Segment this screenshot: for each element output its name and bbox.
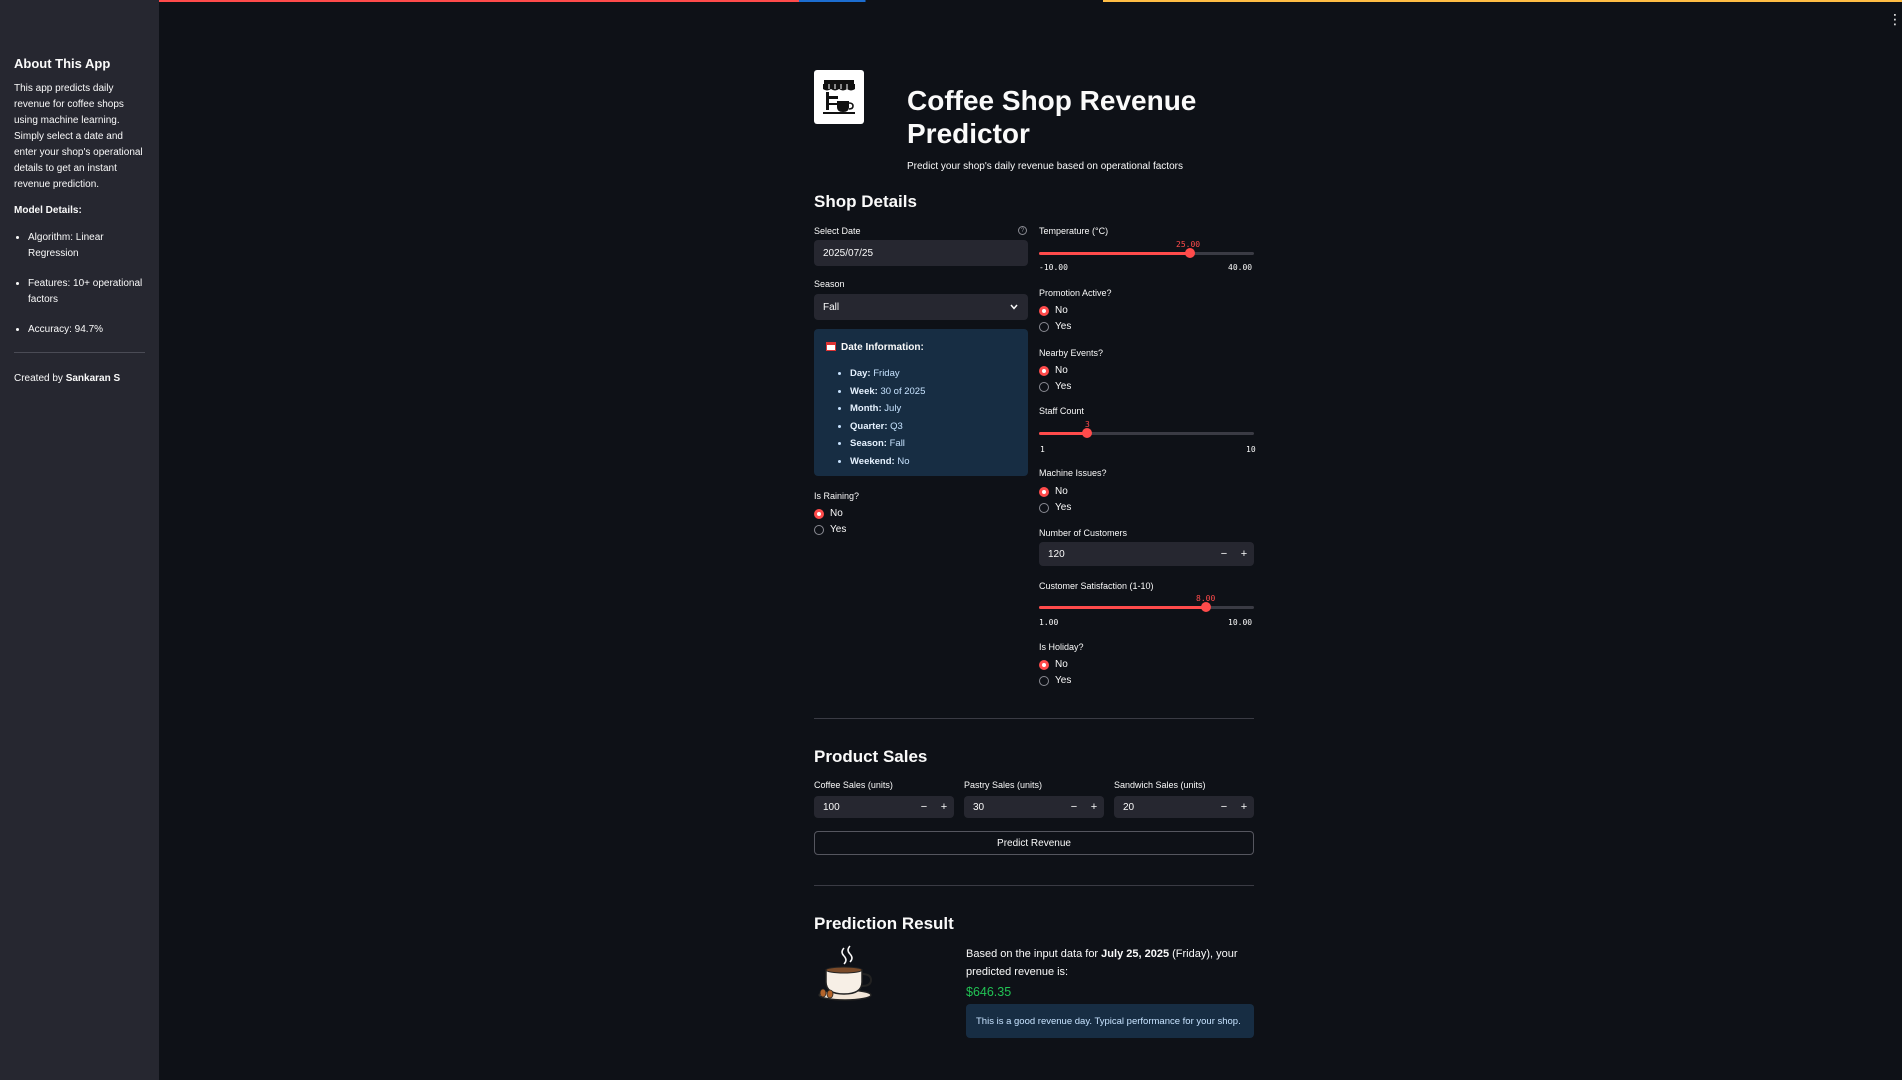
- sandwich-sales-label: Sandwich Sales (units): [1114, 780, 1206, 790]
- staff-slider-thumb[interactable]: [1081, 428, 1092, 438]
- date-info-item: Month: July: [850, 400, 1016, 418]
- satisfaction-label: Customer Satisfaction (1-10): [1039, 581, 1154, 591]
- season-value: Fall: [823, 301, 840, 313]
- customers-label: Number of Customers: [1039, 528, 1128, 538]
- raining-option-no[interactable]: No: [814, 508, 843, 519]
- customers-decrement-button[interactable]: −: [1214, 542, 1234, 566]
- machine-label: Machine Issues?: [1039, 468, 1107, 478]
- page-subtitle: Predict your shop's daily revenue based …: [907, 161, 1183, 172]
- events-option-yes[interactable]: Yes: [1039, 381, 1071, 392]
- pastry-sales-input[interactable]: 30 − +: [964, 796, 1104, 818]
- pastry-decrement-button[interactable]: −: [1064, 796, 1084, 818]
- holiday-label: Is Holiday?: [1039, 642, 1084, 652]
- temperature-label: Temperature (°C): [1039, 226, 1109, 236]
- date-info-list: Day: Friday Week: 30 of 2025 Month: July…: [826, 365, 1016, 470]
- satisfaction-slider-thumb[interactable]: [1201, 602, 1212, 612]
- temperature-slider-thumb[interactable]: [1184, 248, 1195, 258]
- model-detail-algorithm: Algorithm: Linear Regression: [28, 230, 145, 262]
- pastry-increment-button[interactable]: +: [1084, 796, 1104, 818]
- staff-min: 1: [1040, 445, 1045, 454]
- temperature-slider[interactable]: [1039, 248, 1254, 258]
- predicted-revenue-value: $646.35: [966, 985, 1012, 999]
- coffee-increment-button[interactable]: +: [934, 796, 954, 818]
- section-divider: [814, 718, 1254, 719]
- coffee-sales-input[interactable]: 100 − +: [814, 796, 954, 818]
- pastry-sales-value: 30: [973, 801, 985, 813]
- events-label: Nearby Events?: [1039, 348, 1104, 358]
- product-sales-heading: Product Sales: [814, 747, 928, 766]
- customers-input[interactable]: 120 − +: [1039, 542, 1254, 566]
- coffee-cup-icon: [814, 944, 876, 1006]
- staff-slider-fill: [1039, 432, 1087, 435]
- staff-slider[interactable]: [1039, 428, 1254, 438]
- date-value: 2025/07/25: [823, 247, 874, 259]
- pastry-sales-label: Pastry Sales (units): [964, 780, 1043, 790]
- sidebar-divider: [14, 352, 145, 353]
- temperature-min: -10.00: [1039, 263, 1068, 272]
- sandwich-decrement-button[interactable]: −: [1214, 796, 1234, 818]
- date-input[interactable]: 2025/07/25: [814, 240, 1028, 266]
- date-info-item: Week: 30 of 2025: [850, 383, 1016, 401]
- satisfaction-slider[interactable]: [1039, 602, 1254, 612]
- sandwich-sales-value: 20: [1123, 801, 1135, 813]
- raining-option-yes[interactable]: Yes: [814, 524, 846, 535]
- sidebar-description: This app predicts daily revenue for coff…: [14, 83, 143, 190]
- machine-option-no[interactable]: No: [1039, 486, 1068, 497]
- date-info-item: Season: Fall: [850, 435, 1016, 453]
- customers-value: 120: [1048, 548, 1065, 560]
- sidebar-credit: Created by Sankaran S: [14, 373, 145, 384]
- holiday-option-yes[interactable]: Yes: [1039, 675, 1071, 686]
- model-detail-accuracy: Accuracy: 94.7%: [28, 322, 145, 338]
- sidebar: About This App This app predicts daily r…: [0, 0, 159, 1080]
- staff-label: Staff Count: [1039, 406, 1084, 416]
- satisfaction-slider-fill: [1039, 606, 1207, 609]
- result-date: July 25, 2025: [1101, 948, 1170, 960]
- coffee-sales-label: Coffee Sales (units): [814, 780, 893, 790]
- model-details-heading: Model Details:: [14, 205, 82, 216]
- result-info-note: This is a good revenue day. Typical perf…: [966, 1004, 1254, 1038]
- predict-revenue-button[interactable]: Predict Revenue: [814, 831, 1254, 855]
- date-information-box: Date Information: Day: Friday Week: 30 o…: [814, 329, 1028, 476]
- model-detail-features: Features: 10+ operational factors: [28, 276, 145, 308]
- help-icon[interactable]: ?: [1018, 226, 1027, 235]
- section-divider: [814, 885, 1254, 886]
- temperature-max: 40.00: [1228, 263, 1253, 272]
- credit-name: Sankaran S: [65, 373, 121, 384]
- calendar-icon: [826, 341, 836, 354]
- satisfaction-max: 10.00: [1228, 618, 1253, 627]
- holiday-option-no[interactable]: No: [1039, 659, 1068, 670]
- satisfaction-min: 1.00: [1039, 618, 1059, 627]
- season-label: Season: [814, 279, 845, 289]
- date-info-item: Weekend: No: [850, 453, 1016, 471]
- raining-label: Is Raining?: [814, 491, 860, 501]
- date-info-title: Date Information:: [826, 341, 1016, 354]
- date-info-item: Quarter: Q3: [850, 418, 1016, 436]
- model-details-list: Algorithm: Linear Regression Features: 1…: [14, 230, 145, 338]
- customers-increment-button[interactable]: +: [1234, 542, 1254, 566]
- season-select[interactable]: Fall: [814, 294, 1028, 320]
- top-decoration-bar: [0, 0, 1902, 2]
- events-option-no[interactable]: No: [1039, 365, 1068, 376]
- machine-option-yes[interactable]: Yes: [1039, 502, 1071, 513]
- sandwich-increment-button[interactable]: +: [1234, 796, 1254, 818]
- sidebar-title: About This App: [14, 56, 111, 71]
- promotion-option-no[interactable]: No: [1039, 305, 1068, 316]
- prediction-result-heading: Prediction Result: [814, 914, 954, 933]
- main-menu-icon[interactable]: ⋮: [1888, 12, 1902, 26]
- shop-details-heading: Shop Details: [814, 192, 917, 211]
- coffee-decrement-button[interactable]: −: [914, 796, 934, 818]
- chevron-down-icon: [1010, 302, 1018, 313]
- staff-max: 10: [1246, 445, 1256, 454]
- store-coffee-icon: [814, 70, 864, 124]
- date-label: Select Date: [814, 226, 861, 236]
- temperature-slider-fill: [1039, 252, 1190, 255]
- date-info-item: Day: Friday: [850, 365, 1016, 383]
- promotion-option-yes[interactable]: Yes: [1039, 321, 1071, 332]
- coffee-sales-value: 100: [823, 801, 840, 813]
- result-description: Based on the input data for July 25, 202…: [966, 948, 1238, 978]
- sandwich-sales-input[interactable]: 20 − +: [1114, 796, 1254, 818]
- credit-prefix: Created by: [14, 373, 63, 384]
- promotion-label: Promotion Active?: [1039, 288, 1112, 298]
- page-title: Coffee Shop Revenue Predictor: [907, 85, 1197, 149]
